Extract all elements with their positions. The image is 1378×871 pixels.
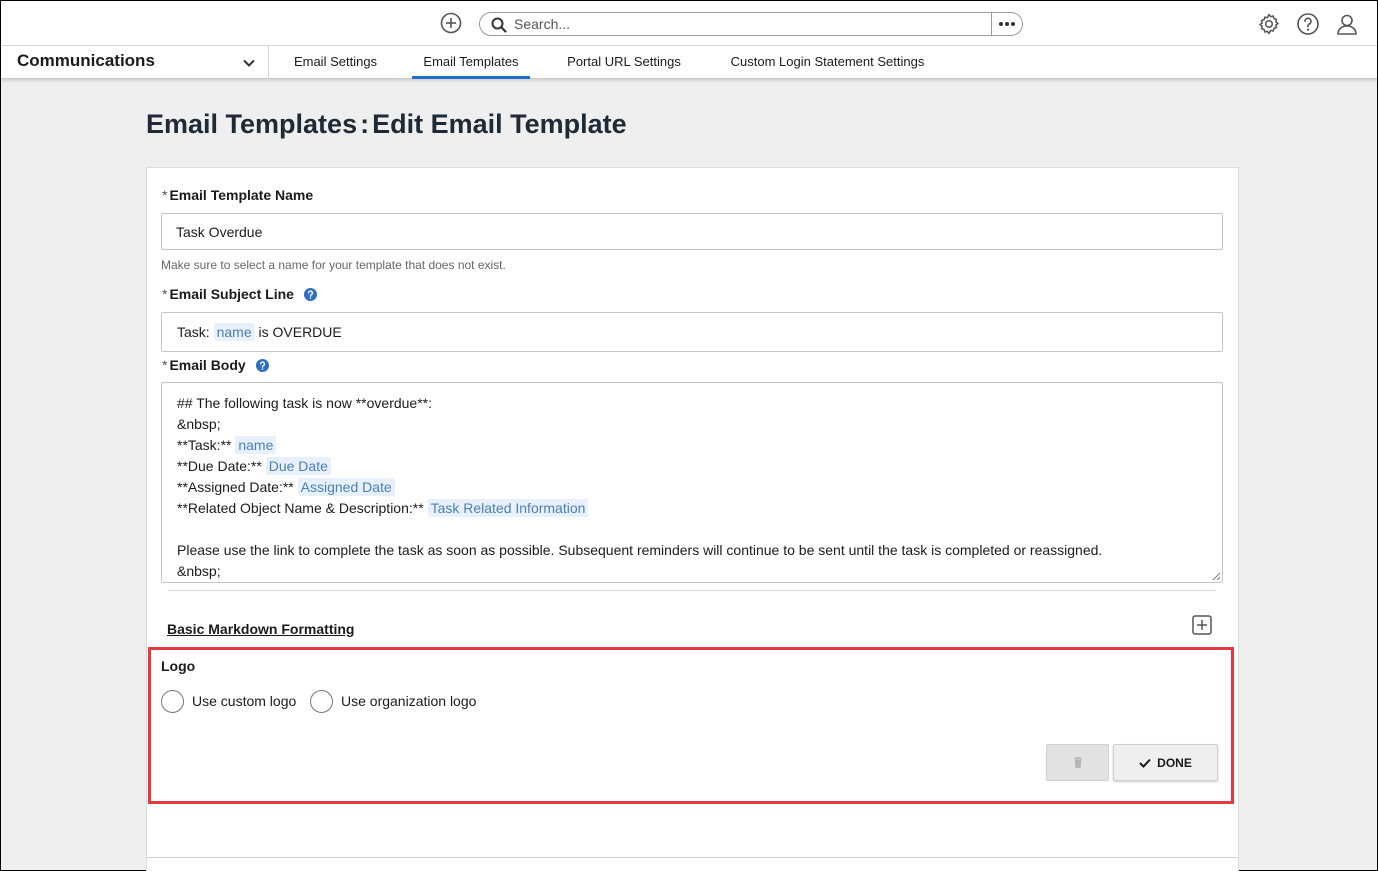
radio-circle[interactable]	[310, 689, 333, 713]
radio-label: Use custom logo	[192, 693, 297, 709]
trash-icon	[1073, 757, 1082, 768]
app-name: Communications	[17, 51, 155, 70]
body-token: Assigned Date	[297, 478, 395, 496]
page-title-section: Email Templates	[146, 109, 358, 139]
logo-label: Logo	[161, 658, 196, 674]
logo-section: Logo Use custom logo Use organization lo…	[148, 647, 1234, 804]
user-icon	[1337, 14, 1357, 35]
plus-circle-icon	[440, 12, 462, 34]
subject-suffix: is OVERDUE	[258, 324, 342, 340]
template-name-helper: Make sure to select a name for your temp…	[161, 258, 506, 272]
body-line	[177, 519, 1207, 540]
search-box	[479, 12, 1023, 36]
body-line: ## The following task is now **overdue**…	[177, 395, 433, 411]
body-line: **Due Date:** Due Date	[177, 456, 1207, 477]
radio-circle[interactable]	[161, 689, 184, 713]
top-bar	[1, 1, 1377, 46]
body-token: Task Related Information	[427, 499, 589, 517]
divider	[168, 590, 1216, 591]
body-line: Please use the link to complete the task…	[177, 542, 1103, 558]
tab-portal-url-settings[interactable]: Portal URL Settings	[565, 46, 683, 79]
body-line: **Related Object Name & Description:** T…	[177, 498, 1207, 519]
search-input[interactable]	[514, 15, 984, 33]
page-title: Email Templates: Edit Email Template	[146, 109, 627, 140]
body-line-text: **Assigned Date:**	[177, 479, 294, 495]
delete-button[interactable]	[1046, 744, 1109, 781]
tab-custom-login-statement-settings[interactable]: Custom Login Statement Settings	[728, 46, 927, 79]
expand-plus-icon[interactable]	[1192, 615, 1212, 635]
template-name-input[interactable]: Task Overdue	[161, 213, 1223, 250]
body-line-text: **Related Object Name & Description:**	[177, 500, 424, 516]
body-token: Due Date	[265, 457, 331, 475]
markdown-formatting-link[interactable]: Basic Markdown Formatting	[167, 621, 354, 637]
app-selector[interactable]: Communications	[1, 46, 269, 79]
info-help-icon[interactable]	[255, 359, 269, 372]
required-marker: *	[162, 357, 168, 373]
body-line: **Assigned Date:** Assigned Date	[177, 477, 1207, 498]
gear-icon	[1259, 13, 1279, 35]
search-options-button[interactable]	[991, 13, 1022, 35]
body-line: **Task:** name	[177, 435, 1207, 456]
body-textarea[interactable]: ## The following task is now **overdue**…	[161, 382, 1223, 583]
add-button[interactable]	[439, 11, 463, 35]
body-line-text: **Due Date:**	[177, 458, 262, 474]
radio-use-organization-logo[interactable]: Use organization logo	[310, 689, 476, 713]
resize-handle-icon[interactable]	[1212, 572, 1221, 581]
done-button[interactable]: DONE	[1113, 744, 1218, 781]
page-title-separator: :	[360, 109, 370, 139]
radio-label: Use organization logo	[341, 693, 477, 709]
body-line-text: **Task:**	[177, 437, 232, 453]
required-marker: *	[162, 286, 168, 302]
template-name-label: * Email Template Name	[162, 187, 313, 203]
nav-bar: Communications Email Settings Email Temp…	[1, 46, 1377, 79]
tab-email-settings[interactable]: Email Settings	[293, 46, 378, 79]
subject-input[interactable]: Task: name is OVERDUE	[161, 312, 1223, 352]
done-button-label: DONE	[1157, 755, 1192, 770]
subject-label: * Email Subject Line	[162, 286, 317, 302]
radio-use-custom-logo[interactable]: Use custom logo	[161, 689, 296, 713]
subject-token-name: name	[213, 323, 255, 341]
user-menu-button[interactable]	[1334, 11, 1360, 37]
tab-email-templates[interactable]: Email Templates	[412, 46, 530, 79]
chevron-down-icon	[243, 59, 255, 67]
required-marker: *	[162, 187, 168, 203]
settings-button[interactable]	[1256, 11, 1282, 37]
search-icon	[491, 17, 507, 33]
info-help-icon[interactable]	[303, 288, 317, 301]
ellipsis-icon	[999, 22, 1015, 26]
help-circle-icon	[1297, 13, 1319, 35]
body-token: name	[235, 436, 277, 454]
body-line: &nbsp;	[177, 416, 221, 432]
subject-label-text: Email Subject Line	[169, 286, 294, 302]
page-title-action: Edit Email Template	[372, 109, 627, 139]
body-label: * Email Body	[162, 357, 269, 373]
checkmark-icon	[1139, 758, 1151, 768]
template-name-value: Task Overdue	[176, 224, 263, 240]
template-name-label-text: Email Template Name	[169, 187, 314, 203]
help-button[interactable]	[1295, 11, 1321, 37]
subject-prefix: Task:	[177, 324, 210, 340]
body-label-text: Email Body	[169, 357, 246, 373]
card-footer-divider	[147, 857, 1238, 858]
body-line: &nbsp;	[177, 563, 221, 579]
